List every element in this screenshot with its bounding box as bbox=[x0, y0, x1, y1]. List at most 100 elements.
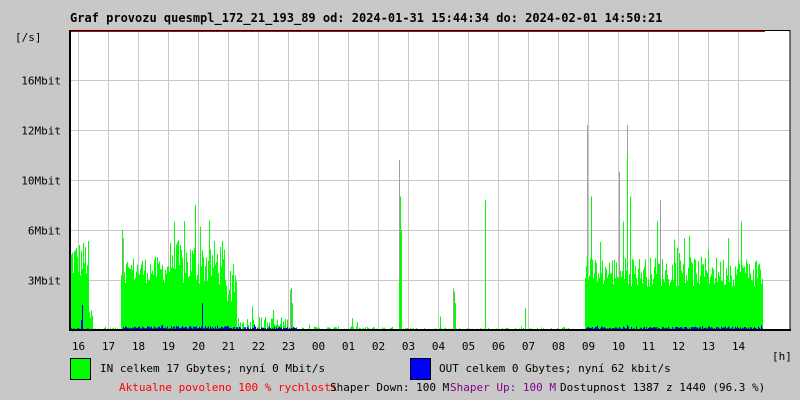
in-bar-top bbox=[667, 274, 668, 277]
out-bar-top bbox=[702, 325, 703, 328]
in-bar bbox=[236, 281, 237, 330]
in-bar-top bbox=[591, 196, 592, 199]
in-bar-top bbox=[233, 263, 234, 266]
in-bar-top bbox=[131, 265, 132, 267]
in-bar bbox=[587, 255, 588, 330]
in-bar bbox=[758, 264, 759, 330]
out-bar-top bbox=[709, 326, 710, 328]
in-bar bbox=[170, 243, 171, 330]
out-bar-top bbox=[716, 327, 717, 329]
in-bar-top bbox=[164, 282, 165, 285]
in-bar bbox=[728, 238, 729, 330]
in-bar-top bbox=[157, 257, 158, 259]
in-bar bbox=[164, 282, 165, 330]
in-bar-top bbox=[243, 322, 244, 324]
in-bar-top bbox=[705, 258, 706, 260]
in-bar bbox=[78, 271, 79, 330]
y-tick-label: 16Mbit bbox=[21, 75, 61, 88]
in-bar-top bbox=[733, 279, 734, 281]
out-bar-top bbox=[261, 327, 262, 329]
in-bar bbox=[735, 266, 736, 330]
out-bar-top bbox=[212, 327, 213, 329]
in-bar bbox=[182, 257, 183, 330]
in-bar-top bbox=[687, 280, 688, 283]
in-bar bbox=[721, 280, 722, 330]
in-bar-top bbox=[89, 311, 90, 314]
in-bar-top bbox=[86, 273, 87, 276]
in-bar-top bbox=[710, 276, 711, 279]
out-bar-top bbox=[123, 327, 124, 329]
in-bar bbox=[640, 278, 641, 330]
in-bar-top bbox=[734, 285, 735, 288]
in-bar-top bbox=[276, 325, 277, 327]
in-bar-top bbox=[731, 275, 732, 278]
in-bar bbox=[596, 263, 597, 330]
out-bar-top bbox=[183, 327, 184, 330]
in-bar bbox=[176, 244, 177, 330]
in-bar bbox=[627, 155, 628, 330]
in-bar-top bbox=[703, 264, 704, 266]
in-bar bbox=[73, 273, 74, 330]
out-bar-top bbox=[740, 327, 741, 329]
in-bar bbox=[638, 268, 639, 330]
in-bar bbox=[657, 221, 658, 330]
in-bar bbox=[658, 263, 659, 330]
in-bar bbox=[717, 282, 718, 330]
chart-title: Graf provozu quesmpl_172_21_193_89 od: 2… bbox=[70, 11, 662, 26]
legend-in-label: IN celkem 17 Gbytes; nyní 0 Mbit/s bbox=[100, 362, 325, 375]
in-bar bbox=[183, 282, 184, 330]
in-bar bbox=[747, 263, 748, 330]
in-bar bbox=[708, 250, 709, 330]
in-bar-top bbox=[692, 263, 693, 265]
in-bar-top bbox=[587, 255, 588, 257]
out-bar-top bbox=[176, 326, 177, 328]
in-bar bbox=[90, 317, 91, 330]
out-bar-top bbox=[82, 305, 83, 307]
in-bar-top bbox=[608, 274, 609, 277]
in-bar bbox=[667, 274, 668, 330]
in-bar bbox=[707, 272, 708, 330]
out-bar-top bbox=[210, 326, 211, 328]
in-bar-top bbox=[525, 308, 526, 310]
in-bar-top bbox=[643, 269, 644, 272]
in-bar-top bbox=[188, 277, 189, 279]
in-bar-top bbox=[598, 273, 599, 276]
x-tick-label: 08 bbox=[552, 340, 565, 353]
in-bar-top bbox=[618, 278, 619, 280]
in-bar bbox=[653, 279, 654, 330]
in-bar-top bbox=[82, 268, 83, 271]
in-bar-top bbox=[140, 268, 141, 271]
in-bar bbox=[157, 257, 158, 330]
out-bar-top bbox=[675, 327, 676, 329]
in-bar bbox=[632, 259, 633, 330]
in-bar bbox=[642, 283, 643, 330]
out-bar-top bbox=[182, 326, 183, 328]
in-bar-top bbox=[631, 286, 632, 288]
in-bar bbox=[608, 274, 609, 330]
shaper-up-status: Shaper Up: 100 M bbox=[450, 381, 556, 394]
in-bar-top bbox=[682, 273, 683, 275]
out-bar-top bbox=[202, 303, 203, 305]
in-bar-top bbox=[648, 279, 649, 281]
in-bar bbox=[174, 221, 175, 330]
in-bar-top bbox=[747, 263, 748, 266]
in-bar bbox=[227, 300, 228, 330]
in-bar bbox=[617, 276, 618, 330]
in-bar-top bbox=[605, 267, 606, 269]
in-bar bbox=[701, 256, 702, 330]
in-bar-top bbox=[670, 282, 671, 284]
in-bar bbox=[732, 286, 733, 330]
in-bar-top bbox=[206, 257, 207, 260]
traffic-chart: Graf provozu quesmpl_172_21_193_89 od: 2… bbox=[15, 11, 792, 394]
in-bar-top bbox=[201, 266, 202, 268]
in-bar-top bbox=[654, 267, 655, 269]
out-bar-top bbox=[592, 327, 593, 329]
in-bar bbox=[79, 245, 80, 330]
in-bar bbox=[762, 278, 763, 330]
in-bar bbox=[715, 278, 716, 330]
in-bar-top bbox=[706, 270, 707, 272]
in-bar-top bbox=[278, 325, 279, 327]
in-bar bbox=[714, 283, 715, 330]
in-bar bbox=[713, 269, 714, 330]
in-bar bbox=[738, 260, 739, 330]
